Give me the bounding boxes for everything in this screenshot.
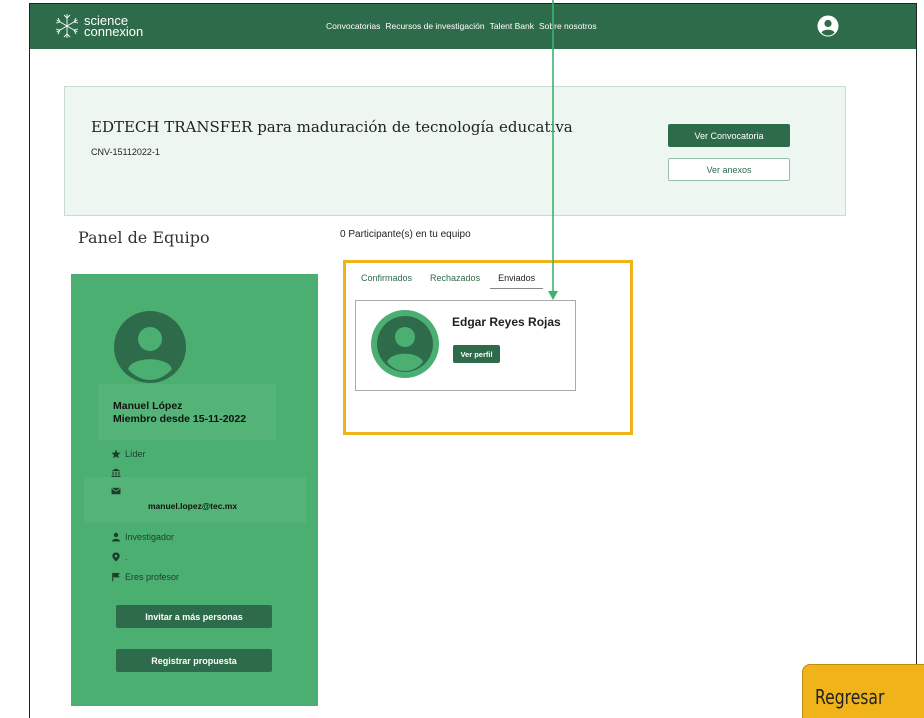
- register-proposal-button[interactable]: Registrar propuesta: [116, 649, 272, 672]
- status-tabs: Confirmados Rechazados Enviados: [361, 273, 544, 289]
- logo[interactable]: science connexion: [53, 12, 143, 40]
- nav-sobre-nosotros[interactable]: Sobre nosotros: [539, 21, 597, 31]
- member-name: Manuel López: [113, 400, 183, 412]
- top-navbar: science connexion Convocatorias Recursos…: [30, 4, 916, 49]
- person-icon: [112, 532, 120, 542]
- panel-title: Panel de Equipo: [78, 228, 210, 247]
- invited-person-name: Edgar Reyes Rojas: [452, 315, 561, 329]
- tab-enviados[interactable]: Enviados: [490, 273, 544, 289]
- app-window: science connexion Convocatorias Recursos…: [29, 3, 917, 718]
- ver-anexos-button[interactable]: Ver anexos: [668, 158, 790, 181]
- email-row: [111, 486, 125, 496]
- main-nav: Convocatorias Recursos de investigación …: [326, 21, 597, 31]
- location-row: .: [111, 552, 128, 562]
- user-account-icon[interactable]: [817, 15, 839, 37]
- team-member-card: Manuel López Miembro desde 15-11-2022 Lí…: [71, 274, 318, 706]
- snowflake-logo-icon: [55, 14, 79, 38]
- logo-line-2: connexion: [84, 24, 144, 39]
- regresar-label: Regresar: [815, 685, 885, 709]
- logo-text: science connexion: [84, 14, 144, 39]
- email-box: [84, 477, 306, 523]
- mail-icon: [111, 487, 121, 495]
- nav-recursos[interactable]: Recursos de investigación: [385, 21, 484, 31]
- member-info-box: [98, 384, 276, 440]
- star-icon: [111, 449, 121, 459]
- call-title: EDTECH TRANSFER para maduración de tecno…: [91, 118, 573, 136]
- tab-confirmados[interactable]: Confirmados: [361, 273, 412, 289]
- ver-perfil-button[interactable]: Ver perfil: [453, 345, 500, 363]
- avatar-icon: [371, 310, 439, 378]
- flag-icon: [112, 572, 120, 582]
- invite-button[interactable]: Invitar a más personas: [116, 605, 272, 628]
- profile-type-row: Investigador: [111, 532, 174, 542]
- profile-type-label: Investigador: [125, 532, 175, 542]
- member-email: manuel.lopez@tec.mx: [148, 501, 238, 511]
- role-row: Líder: [111, 449, 146, 459]
- tab-rechazados[interactable]: Rechazados: [430, 273, 480, 289]
- nav-talent-bank[interactable]: Talent Bank: [490, 21, 534, 31]
- avatar-icon: [114, 311, 186, 383]
- sent-invitations-panel: Confirmados Rechazados Enviados Edgar Re…: [343, 260, 633, 435]
- member-since: Miembro desde 15-11-2022: [113, 413, 247, 425]
- location-label: .: [125, 552, 128, 562]
- participants-count: 0 Participante(s) en tu equipo: [340, 229, 471, 240]
- call-card: EDTECH TRANSFER para maduración de tecno…: [64, 86, 846, 216]
- location-pin-icon: [112, 552, 120, 562]
- call-code: CNV-15112022-1: [91, 147, 160, 157]
- invited-person-card: Edgar Reyes Rojas Ver perfil: [355, 300, 576, 391]
- nav-convocatorias[interactable]: Convocatorias: [326, 21, 380, 31]
- ver-convocatoria-button[interactable]: Ver Convocatoria: [668, 124, 790, 147]
- teacher-row: Eres profesor: [111, 572, 179, 582]
- teacher-label: Eres profesor: [125, 572, 180, 582]
- role-label: Líder: [125, 449, 146, 459]
- regresar-button[interactable]: Regresar: [802, 664, 924, 718]
